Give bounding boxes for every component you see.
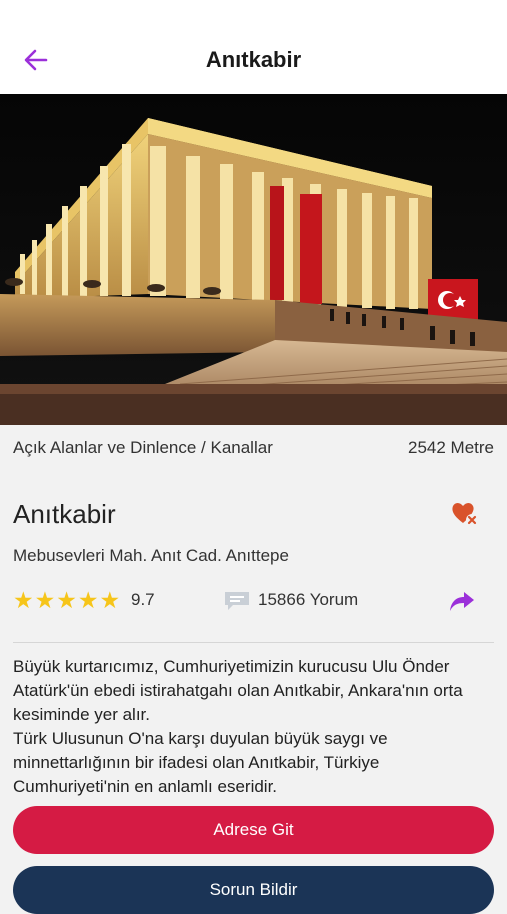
- place-category: Açık Alanlar ve Dinlence / Kanallar: [13, 438, 273, 457]
- heart-remove-icon: [452, 503, 478, 526]
- rating-row: ★ ★ ★ ★ ★ 9.7 15866 Yorum: [13, 585, 494, 615]
- go-to-address-button[interactable]: Adrese Git: [13, 806, 494, 854]
- star-icon: ★: [99, 587, 121, 613]
- place-description: Büyük kurtarıcımız, Cumhuriyetimizin kur…: [13, 657, 463, 796]
- place-name: Anıtkabir: [13, 499, 116, 529]
- place-distance: 2542 Metre: [408, 438, 494, 457]
- rating-value: 9.7: [131, 590, 155, 609]
- divider: [13, 642, 494, 643]
- page-title: Anıtkabir: [205, 47, 302, 72]
- share-button[interactable]: [448, 587, 476, 615]
- favorite-button[interactable]: [450, 499, 480, 529]
- star-icon: ★: [77, 587, 99, 613]
- star-icon: ★: [34, 587, 56, 613]
- place-photo: [0, 94, 507, 425]
- star-icon: ★: [13, 587, 34, 613]
- comment-count[interactable]: 15866 Yorum: [258, 588, 358, 612]
- place-address: Mebusevleri Mah. Anıt Cad. Anıttepe: [13, 546, 289, 565]
- comment-icon: [225, 592, 249, 610]
- share-icon: [450, 592, 474, 611]
- app-header: Anıtkabir: [0, 0, 507, 94]
- rating-stars: ★ ★ ★ ★ ★: [13, 587, 120, 613]
- report-problem-button[interactable]: Sorun Bildir: [13, 866, 494, 914]
- star-icon: ★: [56, 587, 77, 613]
